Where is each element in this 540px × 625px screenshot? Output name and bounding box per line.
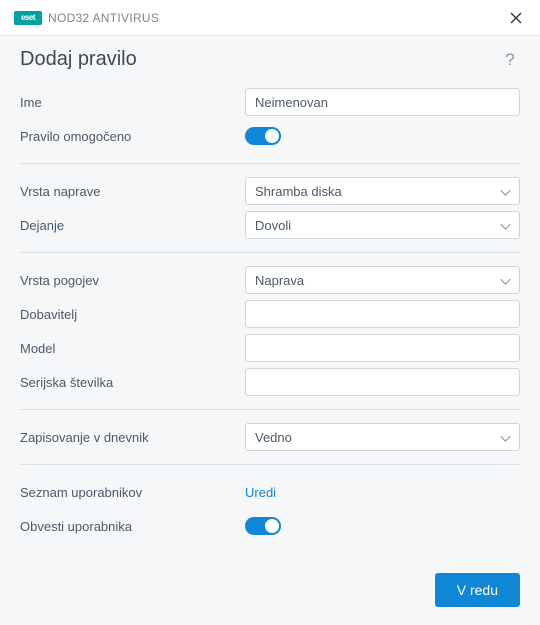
divider xyxy=(20,252,520,253)
brand: eset NOD32 ANTIVIRUS xyxy=(14,11,502,25)
row-action: Dejanje Dovoli xyxy=(20,208,520,242)
ok-button[interactable]: V redu xyxy=(435,573,520,607)
row-model: Model xyxy=(20,331,520,365)
label-serial: Serijska številka xyxy=(20,375,245,390)
user-list-edit-link[interactable]: Uredi xyxy=(245,485,276,500)
device-type-select[interactable]: Shramba diska xyxy=(245,177,520,205)
page-title: Dodaj pravilo xyxy=(20,48,500,71)
label-criteria-type: Vrsta pogojev xyxy=(20,273,245,288)
row-device-type: Vrsta naprave Shramba diska xyxy=(20,174,520,208)
dialog-add-rule: eset NOD32 ANTIVIRUS Dodaj pravilo ? Ime… xyxy=(0,0,540,625)
label-action: Dejanje xyxy=(20,218,245,233)
row-notify-user: Obvesti uporabnika xyxy=(20,509,520,543)
label-notify-user: Obvesti uporabnika xyxy=(20,519,245,534)
label-vendor: Dobavitelj xyxy=(20,307,245,322)
product-name: NOD32 ANTIVIRUS xyxy=(48,11,159,25)
row-serial: Serijska številka xyxy=(20,365,520,399)
model-input[interactable] xyxy=(245,334,520,362)
action-select[interactable]: Dovoli xyxy=(245,211,520,239)
row-name: Ime xyxy=(20,85,520,119)
label-rule-enabled: Pravilo omogočeno xyxy=(20,129,245,144)
help-icon: ? xyxy=(505,50,514,69)
logging-value: Vedno xyxy=(255,430,292,445)
label-name: Ime xyxy=(20,95,245,110)
row-criteria-type: Vrsta pogojev Naprava xyxy=(20,263,520,297)
criteria-type-value: Naprava xyxy=(255,273,304,288)
row-vendor: Dobavitelj xyxy=(20,297,520,331)
action-value: Dovoli xyxy=(255,218,291,233)
dialog-footer: V redu xyxy=(0,559,540,625)
divider xyxy=(20,464,520,465)
criteria-type-select[interactable]: Naprava xyxy=(245,266,520,294)
notify-user-toggle[interactable] xyxy=(245,517,281,535)
name-input[interactable] xyxy=(245,88,520,116)
dialog-header: Dodaj pravilo ? xyxy=(0,36,540,85)
row-user-list: Seznam uporabnikov Uredi xyxy=(20,475,520,509)
logging-select[interactable]: Vedno xyxy=(245,423,520,451)
divider xyxy=(20,409,520,410)
label-user-list: Seznam uporabnikov xyxy=(20,485,245,500)
label-device-type: Vrsta naprave xyxy=(20,184,245,199)
rule-enabled-toggle[interactable] xyxy=(245,127,281,145)
device-type-value: Shramba diska xyxy=(255,184,342,199)
titlebar: eset NOD32 ANTIVIRUS xyxy=(0,0,540,36)
dialog-content: Ime Pravilo omogočeno Vrsta naprave Shra… xyxy=(0,85,540,559)
close-icon xyxy=(510,12,522,24)
label-logging: Zapisovanje v dnevnik xyxy=(20,430,245,445)
row-logging: Zapisovanje v dnevnik Vedno xyxy=(20,420,520,454)
divider xyxy=(20,163,520,164)
close-button[interactable] xyxy=(502,4,530,32)
vendor-input[interactable] xyxy=(245,300,520,328)
serial-input[interactable] xyxy=(245,368,520,396)
help-button[interactable]: ? xyxy=(500,50,520,70)
row-rule-enabled: Pravilo omogočeno xyxy=(20,119,520,153)
label-model: Model xyxy=(20,341,245,356)
brand-logo-icon: eset xyxy=(14,11,42,25)
